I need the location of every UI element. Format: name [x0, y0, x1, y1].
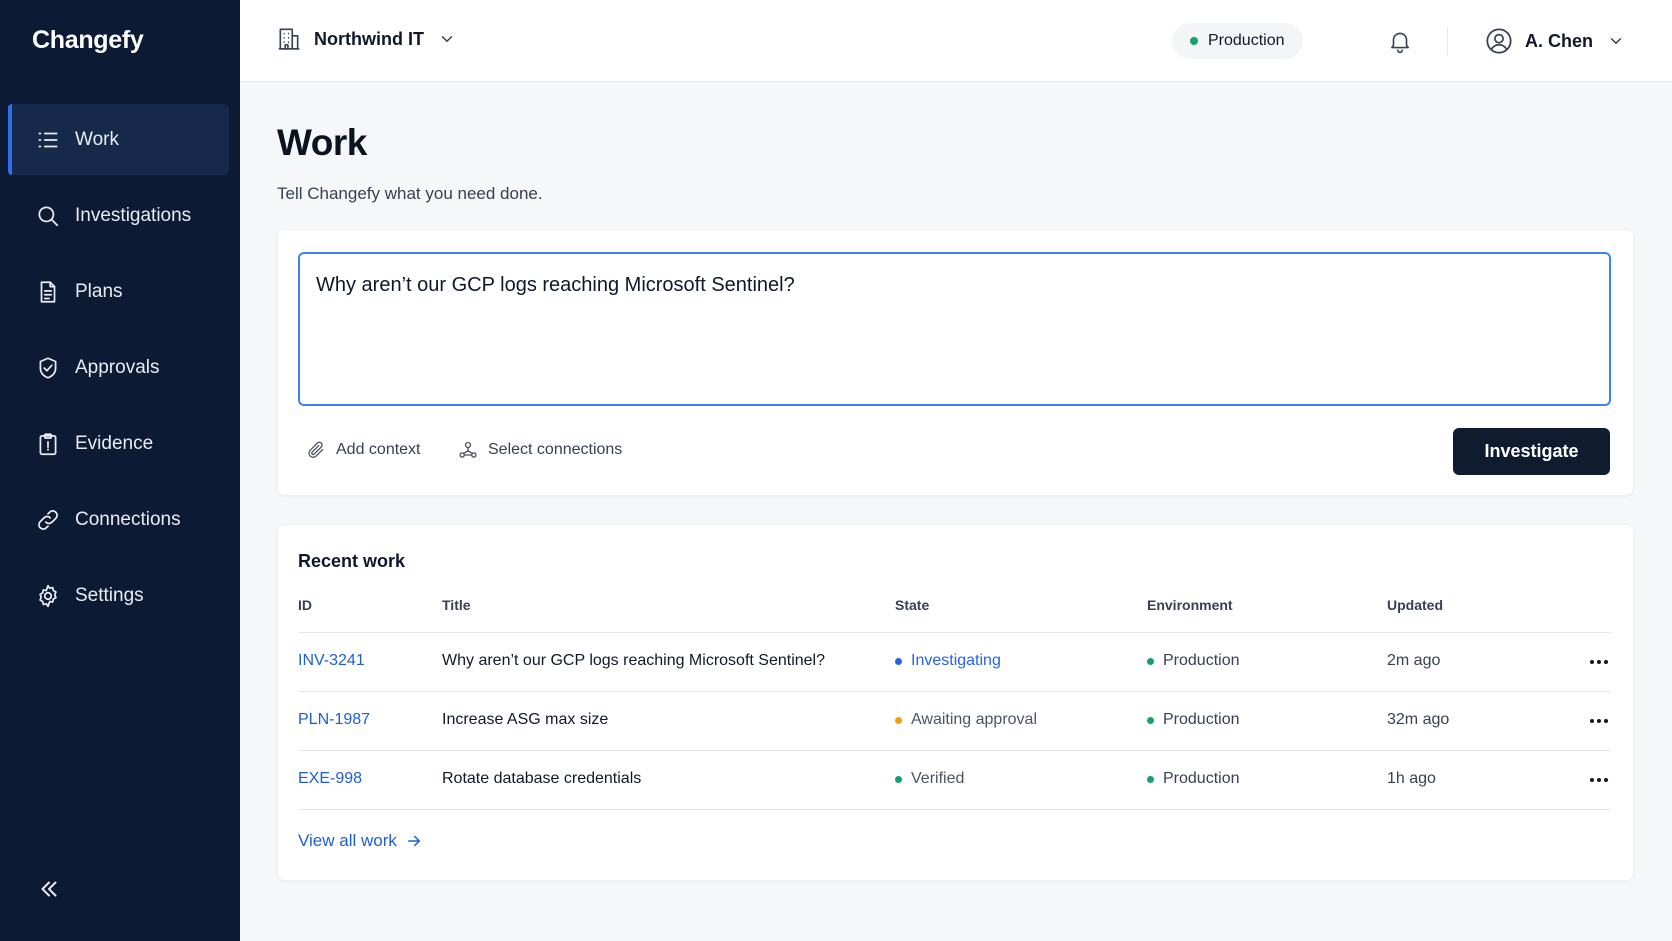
recent-work-card: Recent work ID Title State Environment U…: [277, 524, 1634, 881]
search-icon: [38, 206, 59, 227]
org-switcher[interactable]: Northwind IT: [276, 26, 456, 52]
table-row[interactable]: PLN-1987 Increase ASG max size Awaiting …: [298, 692, 1611, 751]
link-icon: [38, 510, 58, 530]
list-icon: [38, 132, 58, 147]
select-connections-button[interactable]: Select connections: [458, 440, 622, 460]
select-connections-label: Select connections: [488, 441, 623, 458]
state-label: Awaiting approval: [911, 711, 1038, 728]
updated-time: 1h ago: [1387, 770, 1436, 787]
more-options-icon[interactable]: [1587, 770, 1611, 790]
brand-logo[interactable]: Changefy: [32, 26, 144, 55]
sidebar: Changefy Work Investigations Plans Appro…: [0, 0, 240, 941]
prompt-textarea[interactable]: Why aren’t our GCP logs reaching Microso…: [298, 252, 1611, 406]
work-title: Rotate database credentials: [442, 770, 642, 787]
page-title: Work: [277, 122, 367, 163]
sidebar-item-label: Connections: [75, 509, 181, 530]
org-name: Northwind IT: [314, 28, 424, 49]
state-label: Verified: [911, 770, 965, 787]
view-all-label: View all work: [298, 831, 397, 850]
prompt-card: Why aren’t our GCP logs reaching Microso…: [277, 229, 1634, 496]
work-id-link[interactable]: EXE-998: [298, 770, 362, 788]
investigate-button[interactable]: Investigate: [1453, 428, 1610, 475]
gear-icon: [39, 584, 57, 608]
arrow-right-icon: [407, 835, 420, 847]
state-cell: Verified: [895, 770, 964, 788]
divider: [1447, 27, 1448, 55]
column-header-environment: Environment: [1147, 597, 1233, 613]
environment-label: Production: [1163, 770, 1240, 787]
document-icon: [40, 281, 56, 303]
table-header: ID Title State Environment Updated: [298, 597, 1611, 633]
updated-time: 32m ago: [1387, 711, 1450, 728]
sidebar-item-label: Evidence: [75, 433, 154, 454]
work-title: Why aren’t our GCP logs reaching Microso…: [442, 652, 825, 669]
chevron-down-icon: [1610, 38, 1622, 44]
work-id-link[interactable]: PLN-1987: [298, 711, 370, 729]
column-header-updated: Updated: [1387, 597, 1443, 613]
environment-cell: Production: [1147, 652, 1240, 670]
state-cell: Investigating: [895, 652, 1001, 670]
sidebar-item-investigations[interactable]: Investigations: [8, 181, 229, 251]
more-options-icon[interactable]: [1587, 711, 1611, 731]
column-header-title: Title: [442, 597, 471, 613]
more-options-icon[interactable]: [1587, 652, 1611, 672]
work-title: Increase ASG max size: [442, 711, 609, 728]
state-cell: Awaiting approval: [895, 711, 1037, 729]
sidebar-item-label: Plans: [75, 281, 123, 302]
double-chevron-left-icon[interactable]: [36, 876, 62, 902]
environment-label: Production: [1163, 711, 1240, 728]
building-icon: [278, 28, 300, 50]
user-avatar-icon: [1486, 28, 1512, 54]
recent-work-title: Recent work: [298, 551, 406, 571]
sidebar-nav: Work Investigations Plans Approvals Evid…: [8, 104, 229, 637]
state-label: Investigating: [911, 652, 1001, 669]
add-context-button[interactable]: Add context: [306, 440, 421, 460]
connections-icon: [459, 441, 477, 458]
sidebar-item-label: Work: [75, 128, 119, 150]
table-row[interactable]: INV-3241 Why aren’t our GCP logs reachin…: [298, 633, 1611, 692]
environment-cell: Production: [1147, 711, 1240, 729]
user-menu[interactable]: A. Chen: [1485, 27, 1625, 55]
sidebar-item-settings[interactable]: Settings: [8, 561, 229, 631]
sidebar-item-connections[interactable]: Connections: [8, 485, 229, 555]
page-subtitle: Tell Changefy what you need done.: [277, 184, 543, 203]
sidebar-item-evidence[interactable]: Evidence: [8, 409, 229, 479]
sidebar-item-label: Settings: [75, 585, 144, 606]
sidebar-item-approvals[interactable]: Approvals: [8, 333, 229, 403]
sidebar-item-work[interactable]: Work: [8, 104, 229, 175]
environment-dot: [1147, 775, 1154, 783]
shield-check-icon: [39, 357, 57, 379]
view-all-work-link[interactable]: View all work: [298, 831, 423, 851]
sidebar-item-plans[interactable]: Plans: [8, 257, 229, 327]
sidebar-item-label: Approvals: [75, 357, 160, 378]
status-dot: [1190, 37, 1198, 45]
user-name: A. Chen: [1525, 30, 1594, 51]
environment-cell: Production: [1147, 770, 1240, 788]
environment-badge[interactable]: Production: [1172, 23, 1303, 59]
state-dot: [895, 775, 902, 783]
environment-dot: [1147, 657, 1154, 665]
clipboard-icon: [39, 433, 57, 456]
chevron-down-icon: [441, 36, 453, 42]
add-context-label: Add context: [336, 441, 421, 458]
updated-time: 2m ago: [1387, 652, 1441, 669]
work-id-link[interactable]: INV-3241: [298, 652, 365, 670]
state-dot: [895, 657, 902, 665]
environment-label: Production: [1208, 32, 1285, 49]
column-header-id: ID: [298, 597, 312, 613]
top-bar: Northwind IT Production A. Chen: [240, 0, 1672, 82]
sidebar-item-label: Investigations: [75, 205, 192, 226]
environment-label: Production: [1163, 652, 1240, 669]
environment-dot: [1147, 716, 1154, 724]
column-header-state: State: [895, 597, 930, 613]
bell-icon[interactable]: [1387, 28, 1413, 54]
state-dot: [895, 716, 902, 724]
paperclip-icon: [308, 441, 324, 458]
table-row[interactable]: EXE-998 Rotate database credentials Veri…: [298, 751, 1611, 810]
